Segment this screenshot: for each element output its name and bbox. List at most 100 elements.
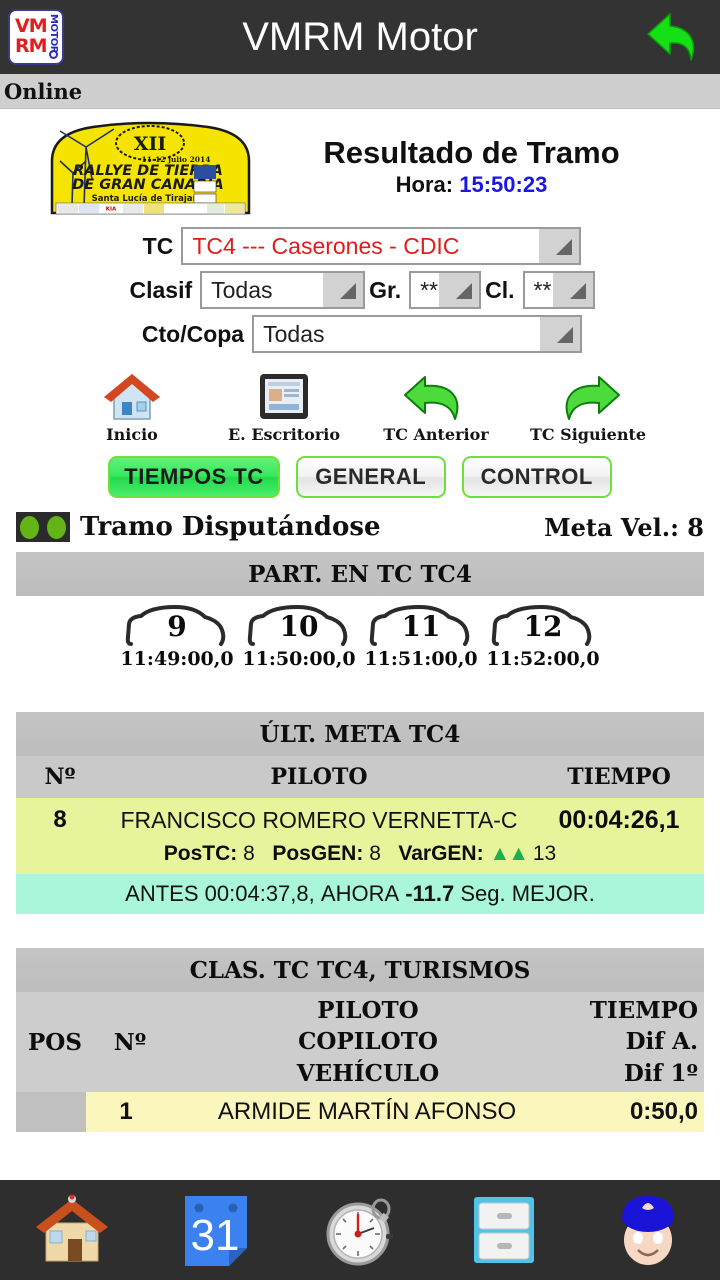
grupo-label: Gr. <box>369 276 402 303</box>
row-num: 1 <box>119 1098 133 1125</box>
page-title: Resultado de Tramo <box>323 134 620 170</box>
participants-panel: PART. EN TC TC4 9 11:49:00,0 10 11:50:00… <box>16 552 704 670</box>
svg-text:KIA: KIA <box>106 207 117 213</box>
file-cabinet-icon <box>474 1197 534 1263</box>
clasif-spinner[interactable]: Todas <box>200 271 366 309</box>
app-bar: VM RM MOTOR VMRM Motor <box>0 0 720 74</box>
home-icon <box>72 367 192 423</box>
row-driver: FRANCISCO ROMERO VERNETTA-C <box>120 806 518 833</box>
icon-nav-row: Inicio E. Escritorio TC Anterior TC Sigu… <box>0 367 720 444</box>
tab-control[interactable]: CONTROL <box>461 456 612 498</box>
police-officer-icon <box>622 1196 674 1265</box>
last-finish-row[interactable]: 8 FRANCISCO ROMERO VERNETTA-C 00:04:26,1… <box>16 798 704 874</box>
grupo-spinner-value: ** <box>420 276 439 303</box>
grupo-spinner[interactable]: ** <box>409 271 482 309</box>
rally-logo: XII 11-12 julio 2014 RALLYE DE TIERRA DE… <box>48 117 253 217</box>
bottom-nav-home[interactable] <box>0 1180 144 1280</box>
classification-header: POS Nº PILOTO COPILOTO VEHÍCULO TIEMPO D… <box>16 992 704 1092</box>
col-dif-a: Dif A. <box>625 1028 698 1056</box>
participant-number: 11 <box>401 609 441 643</box>
comparison-now-label: AHORA <box>320 881 400 906</box>
row-positions: PosTC: 8 PosGEN: 8 VarGEN: ▲▲ 13 <box>16 842 704 866</box>
chevron-down-icon <box>539 229 580 263</box>
vargen-label: VarGEN: <box>398 842 484 865</box>
connection-status-text: Online <box>4 78 83 104</box>
comparison-delta: -11.7 <box>405 881 455 906</box>
home-icon <box>36 1194 108 1262</box>
connection-status-bar: Online <box>0 74 720 109</box>
col-copiloto: COPILOTO <box>298 1028 438 1056</box>
table-row[interactable]: 1 ARMIDE MARTÍN AFONSO 0:50,0 <box>16 1092 704 1132</box>
calendar-31-icon: 31 <box>185 1196 247 1266</box>
row-time: 00:04:26,1 <box>558 805 680 834</box>
app-logo-motor: MOTOR <box>48 14 59 53</box>
app-logo-vm: VM <box>15 15 48 37</box>
comparison-before-label: ANTES <box>125 881 199 906</box>
last-finish-comparison: ANTES 00:04:37,8, AHORA -11.7 Seg. MEJOR… <box>16 874 704 914</box>
traffic-lights-green-icon <box>16 512 70 542</box>
participant-car[interactable]: 9 11:49:00,0 <box>118 604 236 670</box>
clasif-label: Clasif <box>129 276 193 303</box>
clock-row: Hora: 15:50:23 <box>253 172 690 198</box>
tc-spinner-value: TC4 --- Caserones - CDIC <box>192 232 460 259</box>
app-logo: VM RM MOTOR <box>8 9 64 65</box>
participant-car[interactable]: 12 11:52:00,0 <box>484 604 602 670</box>
tab-general[interactable]: GENERAL <box>295 456 446 498</box>
nav-escritorio[interactable]: E. Escritorio <box>224 367 344 444</box>
posgen-label: PosGEN: <box>272 842 364 865</box>
classification-title: CLAS. TC TC4, TURISMOS <box>16 948 704 992</box>
bottom-nav-calendar[interactable]: 31 <box>144 1180 288 1280</box>
filter-selector-row: Clasif Todas Gr. ** Cl. ** <box>0 271 720 309</box>
comparison-unit: Seg. MEJOR. <box>460 881 595 906</box>
light-left <box>20 515 39 539</box>
tc-selector-row: TC TC4 --- Caserones - CDIC <box>0 227 720 265</box>
app-logo-rm: RM <box>15 35 48 57</box>
col-pos: POS <box>28 1028 82 1056</box>
copa-spinner[interactable]: Todas <box>252 315 583 353</box>
postc-value: 8 <box>243 842 255 865</box>
col-numero: Nº <box>44 764 76 790</box>
copa-spinner-value: Todas <box>263 320 325 347</box>
posgen-value: 8 <box>369 842 381 865</box>
arrow-left-curved-icon <box>376 367 496 423</box>
tab-row: TIEMPOS TC GENERAL CONTROL <box>0 456 720 498</box>
nav-tc-anterior-label: TC Anterior <box>383 425 489 444</box>
participants-cars-row: 9 11:49:00,0 10 11:50:00,0 11 11:51:00,0 <box>16 596 704 670</box>
participant-car[interactable]: 10 11:50:00,0 <box>240 604 358 670</box>
col-tiempo: TIEMPO <box>567 764 671 790</box>
chevron-down-icon <box>323 273 364 307</box>
participant-number: 12 <box>523 609 563 643</box>
last-finish-panel: ÚLT. META TC4 Nº PILOTO TIEMPO 8 FRANCIS… <box>16 712 704 914</box>
title-block: Resultado de Tramo Hora: 15:50:23 <box>253 134 720 199</box>
col-vehiculo: VEHÍCULO <box>296 1059 440 1087</box>
app-logo-dot <box>49 50 58 59</box>
nav-tc-anterior[interactable]: TC Anterior <box>376 367 496 444</box>
svg-text:Santa Lucía de Tirajana: Santa Lucía de Tirajana <box>92 194 205 204</box>
row-time: 0:50,0 <box>629 1098 698 1125</box>
clase-label: Cl. <box>485 276 515 303</box>
light-right <box>47 515 66 539</box>
tc-spinner[interactable]: TC4 --- Caserones - CDIC <box>181 227 582 265</box>
chevron-down-icon <box>552 273 593 307</box>
bottom-nav-stopwatch[interactable] <box>288 1180 432 1280</box>
stage-status-row: Tramo Disputándose Meta Vel.: 8 <box>0 512 720 542</box>
clock-label: Hora: <box>395 172 454 198</box>
col-right-group: TIEMPO Dif A. Dif 1º <box>570 992 704 1092</box>
back-button[interactable] <box>642 8 706 66</box>
nav-tc-siguiente[interactable]: TC Siguiente <box>528 367 648 444</box>
participants-panel-title: PART. EN TC TC4 <box>16 552 704 596</box>
clase-spinner[interactable]: ** <box>522 271 595 309</box>
comparison-before-time: 00:04:37,8, <box>204 881 315 906</box>
clasif-spinner-value: Todas <box>211 276 273 303</box>
nav-escritorio-label: E. Escritorio <box>227 425 341 444</box>
col-tiempo: TIEMPO <box>589 997 698 1025</box>
row-number: 8 <box>53 806 67 833</box>
svg-text:XII: XII <box>134 133 167 155</box>
participant-car[interactable]: 11 11:51:00,0 <box>362 604 480 670</box>
nav-inicio-label: Inicio <box>106 425 158 444</box>
bottom-nav-control[interactable] <box>576 1180 720 1280</box>
row-driver: ARMIDE MARTÍN AFONSO <box>217 1098 517 1125</box>
nav-inicio[interactable]: Inicio <box>72 367 192 444</box>
bottom-nav-files[interactable] <box>432 1180 576 1280</box>
tab-tiempos-tc[interactable]: TIEMPOS TC <box>108 456 280 498</box>
